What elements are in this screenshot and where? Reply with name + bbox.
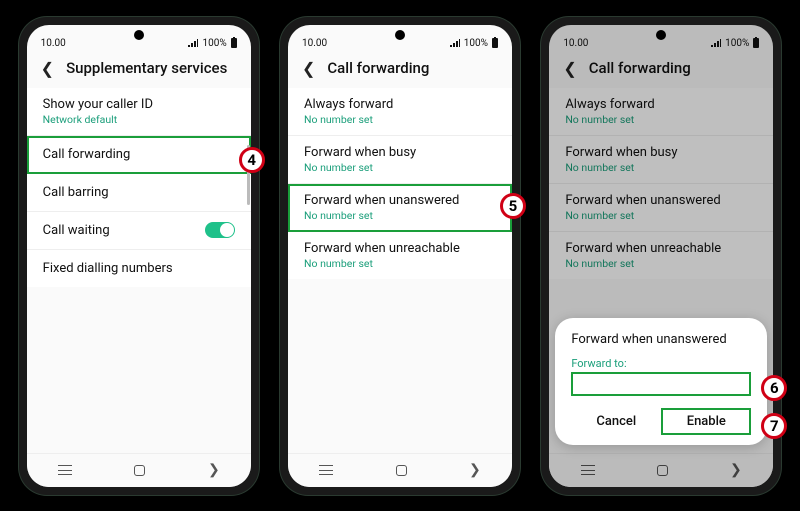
forward-to-input[interactable]	[571, 372, 751, 396]
row-forward-unanswered[interactable]: Forward when unanswered No number set	[288, 184, 512, 232]
recents-icon[interactable]	[58, 465, 72, 475]
row-forward-unreachable[interactable]: Forward when unreachable No number set	[288, 232, 512, 279]
row-title: Forward when unreachable	[565, 241, 757, 256]
step-marker-6: 6	[761, 375, 787, 401]
nav-bar: ❮	[27, 453, 251, 487]
row-title: Forward when busy	[565, 145, 757, 160]
row-title: Show your caller ID	[43, 97, 235, 112]
row-always-forward[interactable]: Always forward No number set	[549, 88, 773, 136]
nav-bar: ❮	[288, 453, 512, 487]
row-sub: No number set	[565, 209, 757, 222]
row-call-waiting[interactable]: Call waiting	[27, 212, 251, 250]
row-forward-busy[interactable]: Forward when busy No number set	[288, 136, 512, 184]
battery-text: 100%	[725, 38, 749, 49]
battery-text: 100%	[202, 38, 226, 49]
header: ❮ Call forwarding	[288, 51, 512, 88]
home-icon[interactable]	[657, 465, 668, 476]
battery-icon	[231, 38, 237, 48]
row-forward-unanswered[interactable]: Forward when unanswered No number set	[549, 184, 773, 232]
step-marker-5: 5	[500, 193, 526, 219]
screen: 10.00 100% ❮ Call forwarding Always forw…	[549, 25, 773, 487]
clock: 10.00	[41, 38, 66, 49]
status-right: 100%	[188, 38, 236, 49]
back-icon[interactable]: ❮	[302, 59, 315, 78]
row-sub: No number set	[304, 209, 496, 222]
back-nav-icon[interactable]: ❮	[469, 462, 481, 478]
back-nav-icon[interactable]: ❮	[208, 462, 220, 478]
camera-hole	[395, 30, 405, 40]
forward-to-label: Forward to:	[571, 357, 751, 370]
row-sub: Network default	[43, 113, 235, 126]
row-title: Always forward	[565, 97, 757, 112]
nav-bar: ❮	[549, 453, 773, 487]
row-title: Forward when unanswered	[565, 193, 757, 208]
row-title: Fixed dialling numbers	[43, 261, 235, 276]
phone-frame: 10.00 100% ❮ Call forwarding Always forw…	[541, 17, 781, 495]
clock: 10.00	[563, 38, 588, 49]
row-sub: No number set	[565, 161, 757, 174]
row-title: Always forward	[304, 97, 496, 112]
row-forward-busy[interactable]: Forward when busy No number set	[549, 136, 773, 184]
battery-icon	[753, 38, 759, 48]
row-fixed-dialling[interactable]: Fixed dialling numbers	[27, 250, 251, 287]
settings-list: Show your caller ID Network default Call…	[27, 88, 251, 453]
signal-icon	[711, 39, 721, 47]
back-icon[interactable]: ❮	[563, 59, 576, 78]
home-icon[interactable]	[396, 465, 407, 476]
toggle-switch[interactable]	[205, 222, 235, 238]
screen: 10.00 100% ❮ Call forwarding Always forw…	[288, 25, 512, 487]
battery-icon	[492, 38, 498, 48]
row-show-caller-id[interactable]: Show your caller ID Network default	[27, 88, 251, 136]
camera-hole	[656, 30, 666, 40]
row-sub: No number set	[304, 257, 496, 270]
row-forward-unreachable[interactable]: Forward when unreachable No number set	[549, 232, 773, 279]
signal-icon	[188, 39, 198, 47]
page-title: Call forwarding	[327, 59, 429, 77]
home-icon[interactable]	[134, 465, 145, 476]
phone-frame: 10.00 100% ❮ Supplementary services Show…	[19, 17, 259, 495]
enable-button[interactable]: Enable	[661, 408, 751, 435]
settings-list: Always forward No number set Forward whe…	[288, 88, 512, 453]
dialog-title: Forward when unanswered	[571, 332, 751, 347]
recents-icon[interactable]	[581, 465, 595, 475]
signal-icon	[450, 39, 460, 47]
row-sub: No number set	[304, 161, 496, 174]
row-call-barring[interactable]: Call barring	[27, 174, 251, 212]
row-title: Forward when unanswered	[304, 193, 496, 208]
screen: 10.00 100% ❮ Supplementary services Show…	[27, 25, 251, 487]
row-title: Call forwarding	[43, 147, 235, 162]
status-right: 100%	[450, 38, 498, 49]
battery-text: 100%	[464, 38, 488, 49]
back-nav-icon[interactable]: ❮	[730, 462, 742, 478]
dialog-buttons: Cancel Enable	[571, 408, 751, 435]
step-marker-7: 7	[761, 413, 787, 439]
status-right: 100%	[711, 38, 759, 49]
camera-hole	[134, 30, 144, 40]
step-marker-4: 4	[239, 147, 265, 173]
recents-icon[interactable]	[319, 465, 333, 475]
row-always-forward[interactable]: Always forward No number set	[288, 88, 512, 136]
back-icon[interactable]: ❮	[41, 59, 54, 78]
row-title: Call barring	[43, 185, 235, 200]
row-sub: No number set	[304, 113, 496, 126]
page-title: Call forwarding	[589, 59, 691, 77]
row-sub: No number set	[565, 257, 757, 270]
phone-frame: 10.00 100% ❮ Call forwarding Always forw…	[280, 17, 520, 495]
row-sub: No number set	[565, 113, 757, 126]
row-call-forwarding[interactable]: Call forwarding	[27, 136, 251, 174]
forward-dialog: Forward when unanswered Forward to: Canc…	[555, 318, 767, 445]
header: ❮ Call forwarding	[549, 51, 773, 88]
row-title: Forward when unreachable	[304, 241, 496, 256]
row-title: Forward when busy	[304, 145, 496, 160]
header: ❮ Supplementary services	[27, 51, 251, 88]
cancel-button[interactable]: Cancel	[571, 408, 661, 435]
page-title: Supplementary services	[66, 59, 227, 77]
clock: 10.00	[302, 38, 327, 49]
